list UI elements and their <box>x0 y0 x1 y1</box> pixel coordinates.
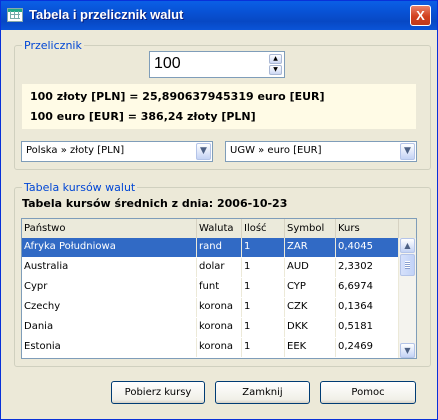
table-row[interactable]: Estonia korona 1 EEK 0,2469 <box>22 338 399 357</box>
cell-rate: 0,1364 <box>336 298 399 317</box>
spin-down-icon[interactable]: ▼ <box>269 65 282 75</box>
scroll-down-icon[interactable]: ▼ <box>400 343 415 358</box>
cell-currency: korona <box>197 298 242 317</box>
help-button[interactable]: Pomoc <box>320 381 416 404</box>
titlebar[interactable]: Tabela i przelicznik walut X <box>1 1 437 30</box>
cell-quantity: 1 <box>242 258 285 277</box>
result-line-1: 100 złoty [PLN] = 25,890637945319 euro [… <box>30 90 325 103</box>
to-currency-select[interactable]: UGW » euro [EUR] ▼ <box>225 141 417 162</box>
table-header: Państwo Waluta Ilość Symbol Kurs <box>22 219 416 239</box>
cell-country: Afryka Południowa <box>22 238 197 257</box>
cell-currency: rand <box>197 238 242 257</box>
column-header-symbol[interactable]: Symbol <box>285 219 336 238</box>
cell-rate: 0,2469 <box>336 338 399 357</box>
cell-quantity: 1 <box>242 278 285 297</box>
cell-country: Dania <box>22 318 197 337</box>
close-button[interactable]: Zamknij <box>215 381 310 404</box>
window-title: Tabela i przelicznik walut <box>29 7 184 22</box>
rates-table[interactable]: Państwo Waluta Ilość Symbol Kurs Afryka … <box>21 218 417 359</box>
amount-value[interactable]: 100 <box>154 55 181 73</box>
table-scrollbar[interactable]: ▲ ▼ <box>398 238 416 358</box>
cell-currency: korona <box>197 338 242 357</box>
cell-country: Estonia <box>22 338 197 357</box>
table-row[interactable]: Czechy korona 1 CZK 0,1364 <box>22 298 399 317</box>
spin-up-icon[interactable]: ▲ <box>269 54 282 64</box>
cell-rate: 2,3302 <box>336 258 399 277</box>
column-header-quantity[interactable]: Ilość <box>242 219 285 238</box>
close-window-button[interactable]: X <box>410 5 431 26</box>
cell-quantity: 1 <box>242 338 285 357</box>
cell-rate: 0,5181 <box>336 318 399 337</box>
cell-symbol: EEK <box>285 338 336 357</box>
cell-quantity: 1 <box>242 238 285 257</box>
rates-group-label: Tabela kursów walut <box>22 181 138 194</box>
cell-rate: 6,6974 <box>336 278 399 297</box>
from-currency-select[interactable]: Polska » złoty [PLN] ▼ <box>21 141 213 162</box>
to-currency-value: UGW » euro [EUR] <box>230 145 322 156</box>
cell-currency: dolar <box>197 258 242 277</box>
table-row[interactable]: Dania korona 1 DKK 0,5181 <box>22 318 399 337</box>
cell-quantity: 1 <box>242 318 285 337</box>
cell-currency: korona <box>197 318 242 337</box>
chevron-down-icon[interactable]: ▼ <box>196 143 211 160</box>
cell-symbol: AUD <box>285 258 336 277</box>
scroll-thumb[interactable] <box>400 254 415 276</box>
cell-rate: 0,4045 <box>336 238 399 257</box>
app-window: Tabela i przelicznik walut X Przelicznik… <box>0 0 438 420</box>
from-currency-value: Polska » złoty [PLN] <box>26 145 125 156</box>
result-line-2: 100 euro [EUR] = 386,24 złoty [PLN] <box>30 110 256 123</box>
converter-group-label: Przelicznik <box>22 39 84 52</box>
cell-country: Australia <box>22 258 197 277</box>
cell-symbol: ZAR <box>285 238 336 257</box>
column-header-currency[interactable]: Waluta <box>197 219 242 238</box>
scroll-up-icon[interactable]: ▲ <box>400 238 415 253</box>
rates-table-title: Tabela kursów średnich z dnia: 2006-10-2… <box>22 197 288 210</box>
fetch-rates-button[interactable]: Pobierz kursy <box>111 381 205 404</box>
cell-symbol: CZK <box>285 298 336 317</box>
cell-country: Czechy <box>22 298 197 317</box>
column-header-rate[interactable]: Kurs <box>336 219 399 238</box>
cell-currency: funt <box>197 278 242 297</box>
cell-symbol: CYP <box>285 278 336 297</box>
chevron-down-icon[interactable]: ▼ <box>400 143 415 160</box>
cell-quantity: 1 <box>242 298 285 317</box>
cell-symbol: DKK <box>285 318 336 337</box>
column-header-country[interactable]: Państwo <box>22 219 197 238</box>
table-row[interactable]: Cypr funt 1 CYP 6,6974 <box>22 278 399 297</box>
table-row[interactable]: Australia dolar 1 AUD 2,3302 <box>22 258 399 277</box>
table-row[interactable]: Afryka Południowa rand 1 ZAR 0,4045 <box>22 238 399 257</box>
conversion-result: 100 złoty [PLN] = 25,890637945319 euro [… <box>22 84 416 129</box>
spreadsheet-icon <box>7 8 23 22</box>
cell-country: Cypr <box>22 278 197 297</box>
amount-spinner[interactable]: 100 ▲ ▼ <box>149 51 285 78</box>
